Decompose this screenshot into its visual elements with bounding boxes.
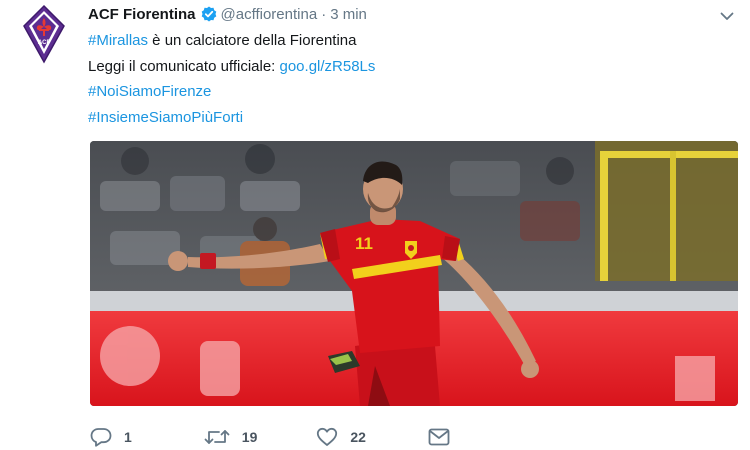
hashtag-link[interactable]: #Mirallas <box>88 32 148 49</box>
url-link[interactable]: goo.gl/zR58Ls <box>280 58 376 75</box>
hashtag-link[interactable]: #NoiSiamoFirenze <box>88 83 211 100</box>
tweet-media-photo[interactable]: 11 <box>90 141 738 406</box>
heart-icon <box>316 427 338 447</box>
author-name[interactable]: ACF Fiorentina <box>88 6 196 23</box>
svg-text:ACF: ACF <box>38 40 51 46</box>
player-photo: 11 <box>90 141 738 406</box>
like-count: 22 <box>350 429 366 445</box>
reply-count: 1 <box>124 429 132 445</box>
tweet-header: ACF Fiorentina @acffiorentina · 3 min <box>88 3 367 25</box>
hashtag-link[interactable]: #InsiemeSiamoPiùForti <box>88 109 243 126</box>
tweet-text-line: #NoiSiamoFirenze <box>88 79 708 105</box>
more-options-button[interactable] <box>717 6 737 26</box>
tweet-text: #Mirallas è un calciatore della Fiorenti… <box>88 28 708 130</box>
tweet-text-line: #Mirallas è un calciatore della Fiorenti… <box>88 28 708 54</box>
tweet-timestamp[interactable]: 3 min <box>330 6 367 23</box>
retweet-icon <box>204 427 230 447</box>
separator-dot: · <box>321 5 327 23</box>
tweet-text-segment: Leggi il comunicato ufficiale: <box>88 57 280 75</box>
tweet-text-line: #InsiemeSiamoPiùForti <box>88 105 708 131</box>
envelope-icon <box>428 428 450 446</box>
direct-message-button[interactable] <box>428 428 450 446</box>
verified-badge-icon <box>201 6 217 22</box>
retweet-count: 19 <box>241 429 258 445</box>
retweet-button[interactable]: 19 <box>204 427 258 447</box>
avatar[interactable]: ACF <box>20 4 68 64</box>
tweet-actions: 1 19 22 <box>90 424 450 450</box>
tweet-text-line: Leggi il comunicato ufficiale: goo.gl/zR… <box>88 54 708 80</box>
tweet-text-segment: è un calciatore della Fiorentina <box>148 32 357 49</box>
chevron-down-icon <box>720 12 734 20</box>
like-button[interactable]: 22 <box>316 427 366 447</box>
jersey-number: 11 <box>355 234 373 253</box>
reply-icon <box>90 427 112 447</box>
reply-button[interactable]: 1 <box>90 427 132 447</box>
fiorentina-crest-icon: ACF <box>23 4 65 64</box>
author-handle[interactable]: @acffiorentina <box>221 6 318 23</box>
